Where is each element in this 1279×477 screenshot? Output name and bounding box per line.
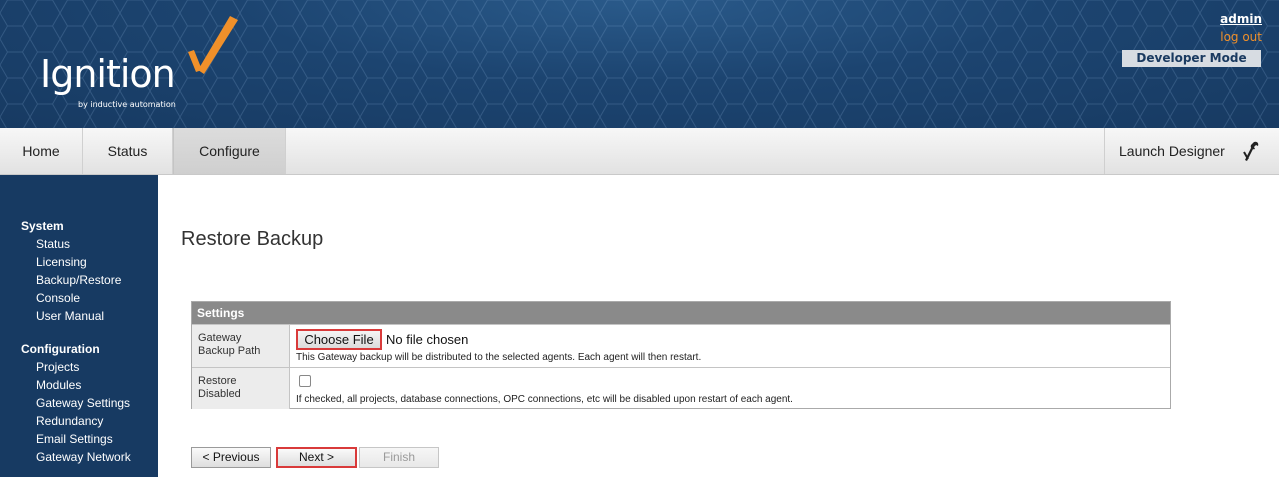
tab-status[interactable]: Status — [83, 128, 173, 174]
sidebar-item-modules[interactable]: Modules — [36, 378, 81, 392]
sidebar-item-user-manual[interactable]: User Manual — [36, 309, 104, 323]
row-label-line: Disabled — [198, 388, 241, 400]
next-button[interactable]: Next > — [276, 447, 357, 468]
launch-designer-button[interactable]: Launch Designer — [1104, 128, 1279, 174]
sidebar-heading-system: System — [21, 219, 64, 233]
wrench-screwdriver-icon — [1243, 141, 1259, 161]
row-label-line: Gateway — [198, 332, 242, 344]
logout-link[interactable]: log out — [1220, 30, 1262, 44]
sidebar-item-redundancy[interactable]: Redundancy — [36, 414, 103, 428]
row-label-backup-path: Gateway Backup Path — [192, 325, 290, 367]
top-nav: Home Status Configure Launch Designer — [0, 128, 1279, 175]
file-status-text: No file chosen — [386, 332, 469, 347]
sidebar: System Status Licensing Backup/Restore C… — [0, 175, 158, 477]
tab-configure[interactable]: Configure — [173, 128, 286, 174]
developer-mode-badge: Developer Mode — [1122, 50, 1261, 67]
settings-panel: Settings Gateway Backup Path Choose File… — [191, 301, 1171, 409]
row-label-line: Restore — [198, 375, 237, 387]
logo-subtext: by inductive automation — [78, 100, 176, 109]
row-label-restore-disabled: Restore Disabled — [192, 368, 290, 409]
sidebar-item-email-settings[interactable]: Email Settings — [36, 432, 113, 446]
previous-button[interactable]: < Previous — [191, 447, 271, 468]
settings-heading: Settings — [192, 302, 1170, 324]
row-label-line: Backup Path — [198, 345, 261, 357]
header-banner: Ignition by inductive automation admin l… — [0, 0, 1279, 128]
tab-home[interactable]: Home — [0, 128, 83, 174]
sidebar-item-status[interactable]: Status — [36, 237, 70, 251]
page-title: Restore Backup — [181, 228, 324, 250]
sidebar-item-gateway-settings[interactable]: Gateway Settings — [36, 396, 130, 410]
logo-exclamation-icon — [188, 16, 238, 74]
launch-designer-label: Launch Designer — [1119, 143, 1225, 159]
finish-button[interactable]: Finish — [359, 447, 439, 468]
sidebar-item-console[interactable]: Console — [36, 291, 80, 305]
settings-row-restore-disabled: Restore Disabled If checked, all project… — [192, 367, 1170, 409]
sidebar-item-licensing[interactable]: Licensing — [36, 255, 87, 269]
logo-text: Ignition — [40, 52, 176, 96]
sidebar-item-backup-restore[interactable]: Backup/Restore — [36, 273, 121, 287]
restore-disabled-help: If checked, all projects, database conne… — [296, 394, 793, 405]
admin-link[interactable]: admin — [1220, 12, 1262, 26]
ignition-logo[interactable]: Ignition by inductive automation — [36, 12, 256, 112]
settings-row-backup-path: Gateway Backup Path Choose File No file … — [192, 324, 1170, 367]
sidebar-heading-configuration: Configuration — [21, 342, 100, 356]
restore-disabled-checkbox[interactable] — [299, 375, 311, 387]
sidebar-item-gateway-network[interactable]: Gateway Network — [36, 450, 131, 464]
sidebar-item-projects[interactable]: Projects — [36, 360, 79, 374]
backup-path-help: This Gateway backup will be distributed … — [296, 352, 702, 363]
user-links: admin log out — [1220, 12, 1262, 44]
choose-file-button[interactable]: Choose File — [296, 329, 382, 350]
